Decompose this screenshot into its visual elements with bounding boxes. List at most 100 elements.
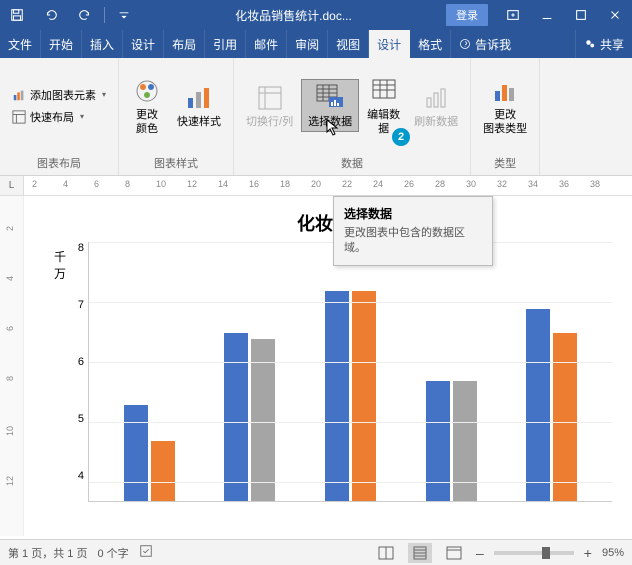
y-tick: 4 <box>72 470 84 482</box>
group-data: 切换行/列 选择数据 编辑数据 2 刷新数据 数据 <box>234 58 471 175</box>
quick-styles-button[interactable]: 快速样式 <box>171 80 227 131</box>
grid-line <box>89 482 612 483</box>
maximize-button[interactable] <box>564 0 598 30</box>
ruler-corner: L <box>0 176 24 195</box>
group-label-type: 类型 <box>471 153 539 175</box>
y-axis: 87654 <box>72 242 88 502</box>
ruler-tick: 6 <box>94 179 99 189</box>
tab-review[interactable]: 审阅 <box>287 30 328 58</box>
group-chart-layout: 添加图表元素▾ 快速布局 ▾ 图表布局 <box>0 58 119 175</box>
bar[interactable] <box>251 339 275 501</box>
tab-format[interactable]: 格式 <box>410 30 451 58</box>
ruler-tick: 18 <box>280 179 290 189</box>
page[interactable]: 化妆品销 千万 87654 <box>24 196 632 536</box>
tab-insert[interactable]: 插入 <box>82 30 123 58</box>
close-button[interactable] <box>598 0 632 30</box>
bar[interactable] <box>352 291 376 501</box>
web-layout-button[interactable] <box>442 543 466 563</box>
ribbon-tabs: 文件 开始 插入 设计 布局 引用 邮件 审阅 视图 设计 格式 告诉我 共享 <box>0 30 632 58</box>
zoom-level[interactable]: 95% <box>602 547 624 559</box>
print-layout-button[interactable] <box>408 543 432 563</box>
ruler-tick: 36 <box>559 179 569 189</box>
add-chart-element-button[interactable]: 添加图表元素▾ <box>8 85 110 105</box>
tab-design[interactable]: 设计 <box>123 30 164 58</box>
group-chart-styles: 更改颜色 快速样式 图表样式 <box>119 58 234 175</box>
bar[interactable] <box>453 381 477 501</box>
separator <box>104 7 105 23</box>
chevron-down-icon: ▾ <box>80 112 84 121</box>
ruler-tick: 2 <box>32 179 37 189</box>
document-title: 化妆品销售统计.doc... <box>141 7 446 24</box>
tooltip-body: 更改图表中包含的数据区域。 <box>344 226 482 257</box>
ruler-tick: 10 <box>5 426 15 436</box>
group-label-layout: 图表布局 <box>0 153 118 175</box>
tooltip-title: 选择数据 <box>344 205 482 222</box>
tell-me[interactable]: 告诉我 <box>451 30 576 58</box>
tab-references[interactable]: 引用 <box>205 30 246 58</box>
page-indicator[interactable]: 第 1 页，共 1 页 <box>8 545 87 561</box>
bar[interactable] <box>426 381 450 501</box>
save-button[interactable] <box>0 0 34 30</box>
refresh-data-label: 刷新数据 <box>414 116 458 129</box>
grid-line <box>89 422 612 423</box>
customize-qat-button[interactable] <box>107 0 141 30</box>
tell-me-label: 告诉我 <box>475 36 511 53</box>
tab-home[interactable]: 开始 <box>41 30 82 58</box>
undo-button[interactable] <box>34 0 68 30</box>
plot-area[interactable] <box>88 242 612 502</box>
title-bar: 化妆品销售统计.doc... 登录 <box>0 0 632 30</box>
tab-file[interactable]: 文件 <box>0 30 41 58</box>
horizontal-ruler[interactable]: 2468101214161820222426283032343638 <box>24 176 632 195</box>
bar[interactable] <box>151 441 175 501</box>
edit-data-button[interactable]: 编辑数据 2 <box>361 73 406 137</box>
group-label-data: 数据 <box>234 153 470 175</box>
vertical-ruler[interactable]: 24681012 <box>0 196 24 536</box>
change-chart-type-button[interactable]: 更改图表类型 <box>477 73 533 137</box>
ruler-tick: 8 <box>5 376 15 381</box>
zoom-thumb[interactable] <box>542 547 550 559</box>
chart[interactable]: 千万 87654 <box>54 242 612 502</box>
ruler-tick: 34 <box>528 179 538 189</box>
zoom-out-button[interactable]: – <box>476 545 484 561</box>
share-label: 共享 <box>600 36 624 53</box>
word-count[interactable]: 0 个字 <box>97 545 128 561</box>
ruler-tick: 4 <box>5 276 15 281</box>
share-button[interactable]: 共享 <box>576 30 632 58</box>
bar[interactable] <box>526 309 550 501</box>
bar[interactable] <box>224 333 248 501</box>
y-tick: 8 <box>72 242 84 254</box>
chevron-down-icon: ▾ <box>102 90 106 99</box>
change-type-label: 更改图表类型 <box>483 109 527 135</box>
zoom-slider[interactable] <box>494 551 574 555</box>
y-tick: 6 <box>72 356 84 368</box>
login-button[interactable]: 登录 <box>446 4 488 26</box>
bar[interactable] <box>553 333 577 501</box>
quick-layout-button[interactable]: 快速布局 ▾ <box>8 107 110 127</box>
select-data-button[interactable]: 选择数据 <box>301 79 359 132</box>
ruler-tick: 38 <box>590 179 600 189</box>
ribbon-display-button[interactable] <box>496 0 530 30</box>
bar-cluster <box>124 405 175 501</box>
redo-button[interactable] <box>68 0 102 30</box>
ribbon: 添加图表元素▾ 快速布局 ▾ 图表布局 更改颜色 快速样式 图表样式 切换行/列 … <box>0 58 632 176</box>
minimize-button[interactable] <box>530 0 564 30</box>
group-label-styles: 图表样式 <box>119 153 233 175</box>
document-area: 24681012 化妆品销 千万 87654 <box>0 196 632 536</box>
ruler-tick: 20 <box>311 179 321 189</box>
grid-line <box>89 362 612 363</box>
zoom-in-button[interactable]: + <box>584 545 592 561</box>
spell-check-icon[interactable] <box>139 544 153 561</box>
ruler-tick: 30 <box>466 179 476 189</box>
bar-cluster <box>426 381 477 501</box>
bar-cluster <box>526 309 577 501</box>
quick-layout-label: 快速布局 <box>30 109 74 125</box>
change-colors-button[interactable]: 更改颜色 <box>125 73 169 137</box>
tab-chart-design[interactable]: 设计 <box>369 30 410 58</box>
tab-view[interactable]: 视图 <box>328 30 369 58</box>
read-mode-button[interactable] <box>374 543 398 563</box>
bar[interactable] <box>124 405 148 501</box>
tab-mailings[interactable]: 邮件 <box>246 30 287 58</box>
tab-layout[interactable]: 布局 <box>164 30 205 58</box>
bar[interactable] <box>325 291 349 501</box>
group-type: 更改图表类型 类型 <box>471 58 540 175</box>
